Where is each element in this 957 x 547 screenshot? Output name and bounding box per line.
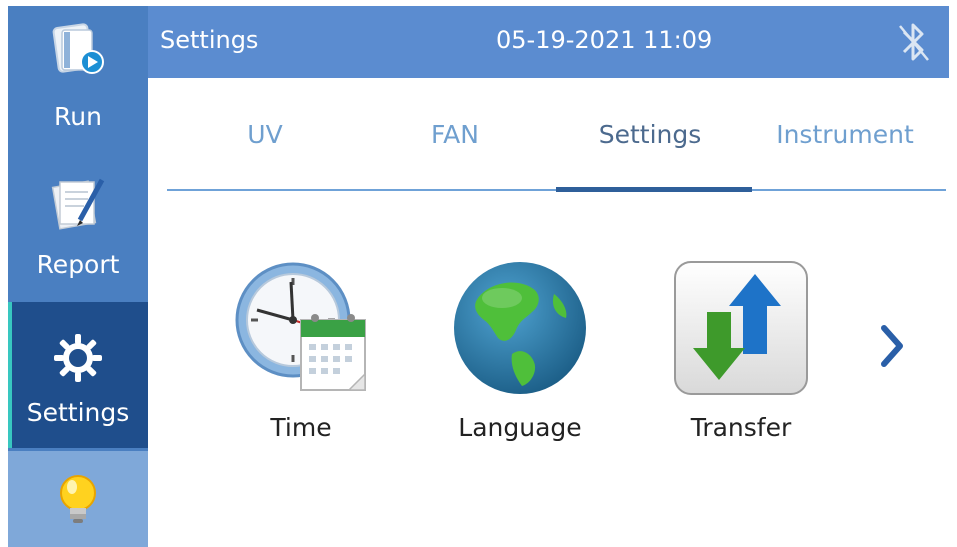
tab-uv[interactable]: UV xyxy=(230,120,300,149)
tab-active-indicator xyxy=(556,187,752,192)
sidebar: Run Report Settings xyxy=(8,6,148,547)
sidebar-item-label: Settings xyxy=(26,398,130,427)
tile-label: Language xyxy=(458,413,582,442)
sidebar-item-run[interactable]: Run xyxy=(8,6,148,151)
sidebar-item-light[interactable] xyxy=(8,451,148,547)
language-button[interactable]: Language xyxy=(435,258,605,458)
tile-label: Time xyxy=(270,413,332,442)
tab-instrument[interactable]: Instrument xyxy=(765,120,925,149)
sidebar-item-settings[interactable]: Settings xyxy=(8,302,148,448)
sidebar-item-label: Report xyxy=(36,250,120,279)
tab-settings[interactable]: Settings xyxy=(575,120,725,149)
globe-icon xyxy=(454,262,586,394)
tab-fan[interactable]: FAN xyxy=(410,120,500,149)
screen: Run Report Settings Settings 05-19-2021 … xyxy=(0,0,957,547)
gear-icon xyxy=(54,334,102,382)
clock-calendar-icon xyxy=(235,262,366,391)
tile-label: Transfer xyxy=(690,413,792,442)
datetime-display: 05-19-2021 11:09 xyxy=(496,26,713,54)
time-button[interactable]: Time xyxy=(216,258,386,458)
transfer-button[interactable]: Transfer xyxy=(656,258,826,458)
transfer-arrows-icon xyxy=(674,261,808,395)
run-book-icon xyxy=(52,23,104,74)
sidebar-item-report[interactable]: Report xyxy=(8,154,148,299)
page-title: Settings xyxy=(160,26,259,54)
sidebar-item-label: Run xyxy=(54,102,102,131)
header-bar: Settings 05-19-2021 11:09 xyxy=(148,6,949,78)
lightbulb-icon xyxy=(60,475,96,523)
chevron-right-icon[interactable] xyxy=(872,318,912,374)
bluetooth-icon[interactable] xyxy=(896,18,932,66)
report-pen-icon xyxy=(51,178,105,230)
